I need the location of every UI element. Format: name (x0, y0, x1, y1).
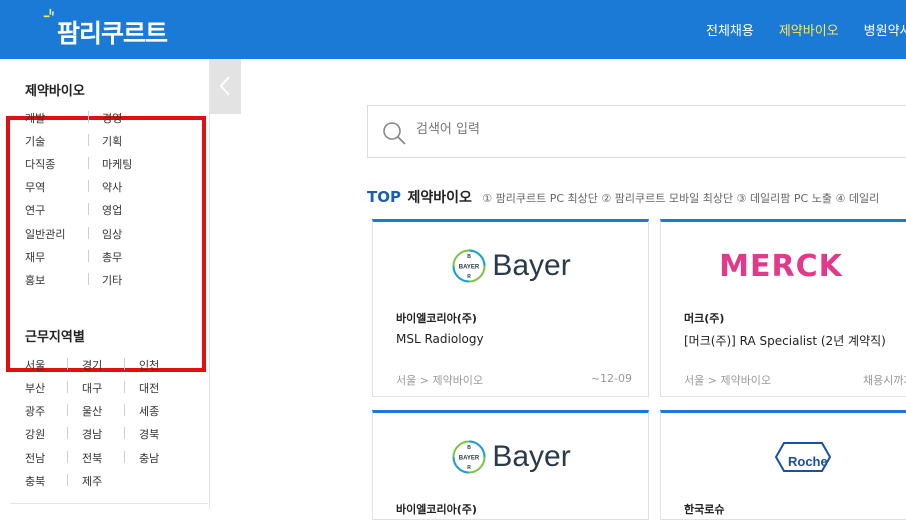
top-category: 제약바이오 (407, 190, 472, 206)
category-clinical[interactable]: 임상 (102, 226, 122, 242)
search-bar (367, 105, 906, 158)
region-gwangju[interactable]: 광주 (25, 403, 45, 419)
job-card[interactable]: Roche 한국로슈 (660, 410, 906, 520)
svg-text:BAYER: BAYER (459, 265, 480, 271)
logo-wordmark: Bayer (492, 440, 571, 473)
category-dev[interactable]: 개발 (25, 110, 45, 126)
region-gangwon[interactable]: 강원 (25, 426, 45, 442)
job-card[interactable]: MERCK 머크(주) [머크(주)] RA Specialist (2년 계약… (660, 219, 906, 397)
sidebar-collapse-button[interactable] (210, 59, 241, 114)
region-chungbuk[interactable]: 충북 (25, 473, 45, 489)
card-title[interactable]: [머크(주)] RA Specialist (2년 계약직) (684, 332, 886, 349)
region-gyeongnam[interactable]: 경남 (82, 426, 102, 442)
region-chungnam[interactable]: 충남 (139, 450, 159, 466)
company-logo: BAYER B R Bayer (373, 413, 650, 501)
svg-text:B: B (468, 445, 472, 451)
site-logo[interactable]: 팜리쿠르트 (57, 14, 168, 50)
category-tech[interactable]: 기술 (25, 133, 45, 149)
svg-text:R: R (468, 465, 472, 471)
nav-hospital-pharmacist[interactable]: 병원약사 (864, 20, 906, 39)
category-pr[interactable]: 홍보 (25, 272, 45, 288)
card-company: 한국로슈 (684, 503, 725, 516)
region-seoul[interactable]: 서울 (25, 357, 45, 373)
category-sales[interactable]: 영업 (102, 202, 122, 218)
region-jeonbuk[interactable]: 전북 (82, 450, 102, 466)
logo-wordmark: MERCK (719, 248, 843, 284)
search-input[interactable] (416, 122, 816, 137)
svg-text:B: B (468, 254, 472, 260)
search-icon[interactable] (382, 121, 406, 145)
category-management[interactable]: 경영 (102, 110, 122, 126)
top-section-heading: TOP 제약바이오 ① 팜리쿠르트 PC 최상단 ② 팜리쿠르트 모바일 최상단… (367, 187, 879, 207)
card-title[interactable]: MSL Radiology (396, 332, 484, 346)
sidebar: 제약바이오 개발 경영 기술 기획 다직종 마케팅 무역 약사 연구 영업 일반… (0, 59, 210, 509)
card-deadline: 채용시까지 (863, 374, 906, 387)
category-section-title: 제약바이오 (25, 84, 85, 99)
card-company: 바이엘코리아(주) (396, 503, 477, 516)
region-incheon[interactable]: 인천 (139, 357, 159, 373)
card-deadline: ~12-09 (590, 372, 632, 385)
category-finance[interactable]: 재무 (25, 249, 45, 265)
region-daejeon[interactable]: 대전 (139, 380, 159, 396)
job-card[interactable]: BAYER B R Bayer 바이엘코리아(주) (372, 410, 649, 520)
card-company: 바이엘코리아(주) (396, 312, 477, 325)
company-logo: Roche (661, 413, 906, 501)
region-sejong[interactable]: 세종 (139, 403, 159, 419)
bayer-cross-logo-icon: BAYER B R (452, 440, 486, 474)
category-research[interactable]: 연구 (25, 202, 45, 218)
category-etc[interactable]: 기타 (102, 272, 122, 288)
bayer-cross-logo-icon: BAYER B R (452, 249, 486, 283)
svg-text:R: R (468, 274, 472, 280)
nav-all-jobs[interactable]: 전체채용 (706, 20, 754, 39)
category-multi[interactable]: 다직종 (25, 156, 55, 172)
category-admin[interactable]: 일반관리 (25, 226, 65, 242)
top-label: TOP (367, 188, 401, 206)
region-busan[interactable]: 부산 (25, 380, 45, 396)
logo-wordmark: Bayer (492, 249, 571, 282)
main-nav: 전체채용 제약바이오 병원약사 (706, 20, 906, 39)
job-card[interactable]: BAYER B R Bayer 바이엘코리아(주) MSL Radiology … (372, 219, 649, 397)
card-location: 서울 > 제약바이오 (684, 374, 772, 387)
region-jeju[interactable]: 제주 (82, 473, 102, 489)
card-company: 머크(주) (684, 312, 725, 325)
top-note: ① 팜리쿠르트 PC 최상단 ② 팜리쿠르트 모바일 최상단 ③ 데일리팜 PC… (482, 192, 880, 205)
site-header: 팜리쿠르트 전체채용 제약바이오 병원약사 (0, 0, 906, 59)
category-trade[interactable]: 무역 (25, 179, 45, 195)
logo-wordmark: Roche (788, 454, 828, 469)
category-pharmacist[interactable]: 약사 (102, 179, 122, 195)
category-marketing[interactable]: 마케팅 (102, 156, 132, 172)
region-ulsan[interactable]: 울산 (82, 403, 102, 419)
company-logo: MERCK (661, 222, 901, 310)
region-gyeonggi[interactable]: 경기 (82, 357, 102, 373)
region-daegu[interactable]: 대구 (82, 380, 102, 396)
region-jeonnam[interactable]: 전남 (25, 450, 45, 466)
region-section-title: 근무지역별 (25, 330, 85, 345)
svg-text:BAYER: BAYER (459, 456, 480, 462)
company-logo: BAYER B R Bayer (373, 222, 650, 310)
card-location: 서울 > 제약바이오 (396, 374, 484, 387)
category-general-affairs[interactable]: 총무 (102, 249, 122, 265)
category-planning[interactable]: 기획 (102, 133, 122, 149)
nav-pharma-bio[interactable]: 제약바이오 (779, 20, 839, 39)
region-gyeongbuk[interactable]: 경북 (139, 426, 159, 442)
chevron-left-icon (219, 76, 230, 96)
